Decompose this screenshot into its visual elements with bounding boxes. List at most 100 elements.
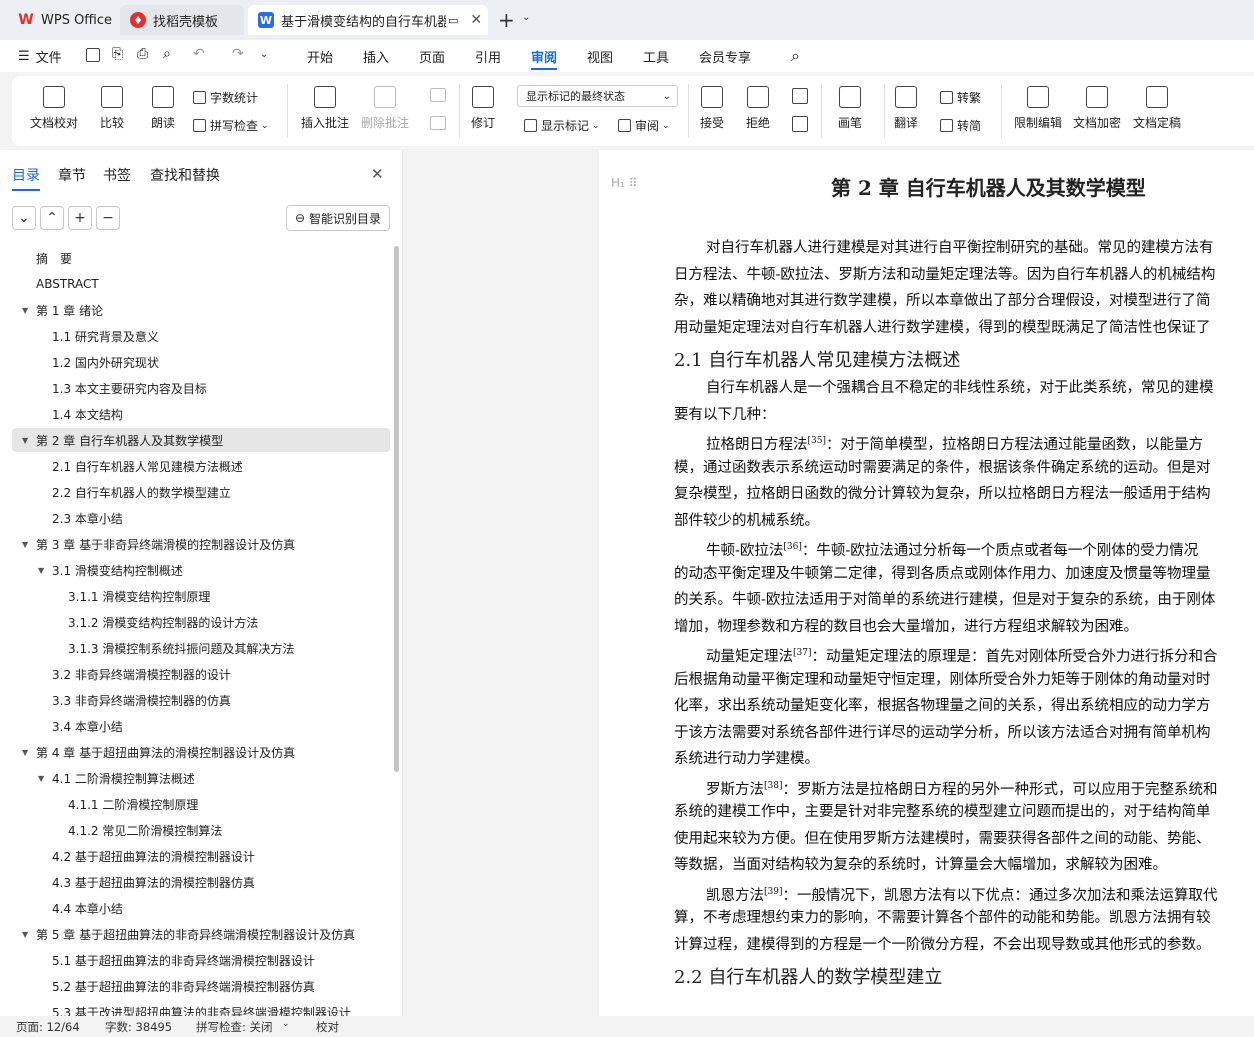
spell-check-status[interactable]: 拼写检查: 关闭 [196, 1019, 273, 1035]
show-markup-button[interactable]: 显示标记 ⌄ [524, 117, 600, 134]
file-menu[interactable]: ☰ 文件 [18, 40, 62, 72]
toc-item[interactable]: ▼ 3.1 滑模变结构控制概述 [12, 558, 390, 582]
markup-state-dropdown[interactable]: 显示标记的最终状态 ⌄ [517, 85, 678, 107]
next-change-icon[interactable] [792, 116, 808, 132]
expand-triangle-icon[interactable]: ▼ [38, 774, 50, 783]
heading-handle-icon[interactable]: H₁ ⠿ [611, 176, 637, 190]
to-simplified-button[interactable]: 转简 [940, 117, 981, 134]
nav-tab-bookmarks[interactable]: 书签 [103, 165, 131, 185]
toc-item[interactable]: ABSTRACT [12, 272, 390, 296]
tab-docer[interactable]: ♦ 找稻壳模板 [120, 5, 244, 35]
toc-item[interactable]: 4.2 基于超扭曲算法的滑模控制器设计 [12, 844, 390, 868]
expand-triangle-icon[interactable]: ▼ [22, 748, 34, 757]
delete-comment-button[interactable]: 删除批注 [361, 86, 409, 131]
menu-review[interactable]: 审阅 [531, 40, 558, 72]
toc-item[interactable]: 1.2 国内外研究现状 [12, 350, 390, 374]
page-count[interactable]: 页面: 12/64 [16, 1019, 80, 1035]
search-icon[interactable]: ⌕ [791, 46, 800, 66]
prev-comment-icon[interactable] [430, 88, 446, 102]
track-changes-button[interactable]: 修订 [471, 86, 495, 131]
toc-item[interactable]: ▼ 第 1 章 绪论 [12, 298, 390, 322]
tab-document[interactable]: W 基于滑模变结构的自行车机器人 ▭ ✕ [248, 5, 488, 35]
save-icon[interactable] [86, 48, 100, 62]
menu-member[interactable]: 会员专享 [699, 40, 751, 72]
finalize-button[interactable]: 文档定稿 [1133, 86, 1181, 131]
insert-comment-button[interactable]: 插入批注 [301, 86, 349, 131]
toc-item[interactable]: ▼ 第 2 章 自行车机器人及其数学模型 [12, 428, 390, 452]
tab-wps-office[interactable]: W WPS Office [8, 5, 118, 35]
toc-scrollbar[interactable] [394, 246, 399, 772]
close-icon[interactable]: ✕ [470, 12, 482, 28]
print-icon[interactable]: ⎙ [137, 46, 148, 62]
close-panel-icon[interactable]: ✕ [371, 165, 384, 183]
toc-item[interactable]: ▼ 第 5 章 基于超扭曲算法的非奇异终端滑模控制器设计及仿真 [12, 922, 390, 946]
encrypt-button[interactable]: 文档加密 [1073, 86, 1121, 131]
expand-triangle-icon[interactable]: ▼ [22, 306, 34, 315]
prev-change-icon[interactable] [792, 88, 808, 104]
expand-up-icon[interactable]: ⌃ [40, 206, 64, 230]
toc-item[interactable]: 4.1.1 二阶滑模控制原理 [12, 792, 390, 816]
more-chevron-icon[interactable]: ⌄ [260, 49, 268, 60]
nav-tab-toc[interactable]: 目录 [12, 165, 40, 191]
toc-item[interactable]: 5.1 基于超扭曲算法的非奇异终端滑模控制器设计 [12, 948, 390, 972]
proofread-status[interactable]: 校对 [316, 1019, 339, 1035]
expand-triangle-icon[interactable]: ▼ [38, 566, 50, 575]
toc-item[interactable]: 3.4 本章小结 [12, 714, 390, 738]
expand-triangle-icon[interactable]: ▼ [22, 930, 34, 939]
chevron-down-icon[interactable]: ⌄ [522, 12, 530, 23]
menu-reference[interactable]: 引用 [475, 40, 501, 72]
toc-item[interactable]: 5.2 基于超扭曲算法的非奇异终端滑模控制器仿真 [12, 974, 390, 998]
pen-button[interactable]: 画笔 [838, 86, 862, 131]
add-heading-icon[interactable]: + [68, 206, 92, 230]
menu-insert[interactable]: 插入 [363, 40, 389, 72]
nav-tab-find-replace[interactable]: 查找和替换 [150, 165, 220, 185]
to-traditional-button[interactable]: 转繁 [940, 89, 981, 106]
toc-item[interactable]: 4.1.2 常见二阶滑模控制算法 [12, 818, 390, 842]
restrict-edit-button[interactable]: 限制编辑 [1014, 86, 1062, 131]
toc-item[interactable]: 3.3 非奇异终端滑模控制器的仿真 [12, 688, 390, 712]
toc-item[interactable]: ▼ 4.1 二阶滑模控制算法概述 [12, 766, 390, 790]
redo-icon[interactable]: ↷ [232, 46, 244, 62]
reject-button[interactable]: 拒绝 [746, 86, 770, 131]
toc-item[interactable]: 2.3 本章小结 [12, 506, 390, 530]
toc-item[interactable]: 3.1.1 滑模变结构控制原理 [12, 584, 390, 608]
read-aloud-button[interactable]: 朗读 [151, 86, 175, 131]
menu-page[interactable]: 页面 [419, 40, 445, 72]
share-icon[interactable]: ⎘ [112, 46, 123, 62]
toc-item[interactable]: 3.2 非奇异终端滑模控制器的设计 [12, 662, 390, 686]
toc-item[interactable]: 1.3 本文主要研究内容及目标 [12, 376, 390, 400]
toc-item[interactable]: ▼ 第 3 章 基于非奇异终端滑模的控制器设计及仿真 [12, 532, 390, 556]
print-preview-icon[interactable]: ⌕ [163, 46, 171, 62]
compare-button[interactable]: 比较 [100, 86, 124, 131]
collapse-icon[interactable]: ⌄ [12, 206, 36, 230]
undo-icon[interactable]: ↶ [193, 46, 205, 62]
monitor-icon[interactable]: ▭ [448, 14, 458, 27]
toc-item[interactable]: 4.3 基于超扭曲算法的滑模控制器仿真 [12, 870, 390, 894]
new-tab-icon[interactable]: + [498, 8, 515, 32]
menu-tools[interactable]: 工具 [643, 40, 669, 72]
spell-check-button[interactable]: 拼写检查 ⌄ [193, 117, 269, 134]
menu-view[interactable]: 视图 [587, 40, 613, 72]
toc-item[interactable]: 4.4 本章小结 [12, 896, 390, 920]
remove-heading-icon[interactable]: − [96, 206, 120, 230]
toc-item[interactable]: ▼ 第 4 章 基于超扭曲算法的滑模控制器设计及仿真 [12, 740, 390, 764]
toc-item[interactable]: 2.2 自行车机器人的数学模型建立 [12, 480, 390, 504]
toc-item[interactable]: 3.1.2 滑模变结构控制器的设计方法 [12, 610, 390, 634]
word-count-button[interactable]: 字数统计 [193, 89, 258, 106]
toc-item[interactable]: 2.1 自行车机器人常见建模方法概述 [12, 454, 390, 478]
review-pane-button[interactable]: 审阅 ⌄ [618, 117, 670, 134]
word-count[interactable]: 字数: 38495 [105, 1019, 172, 1035]
smart-toc-button[interactable]: ⊖ 智能识别目录 [286, 205, 390, 231]
accept-button[interactable]: 接受 [700, 86, 724, 131]
nav-tab-sections[interactable]: 章节 [58, 165, 86, 185]
translate-button[interactable]: 翻译 [894, 86, 918, 131]
next-comment-icon[interactable] [430, 116, 446, 130]
toc-item[interactable]: 摘 要 [12, 246, 390, 270]
toc-item[interactable]: 1.4 本文结构 [12, 402, 390, 426]
menu-start[interactable]: 开始 [307, 40, 333, 72]
expand-triangle-icon[interactable]: ▼ [22, 540, 34, 549]
toc-item[interactable]: 3.1.3 滑模控制系统抖振问题及其解决方法 [12, 636, 390, 660]
doc-check-button[interactable]: 文档校对 [30, 86, 78, 131]
toc-item[interactable]: 1.1 研究背景及意义 [12, 324, 390, 348]
expand-triangle-icon[interactable]: ▼ [22, 436, 34, 445]
